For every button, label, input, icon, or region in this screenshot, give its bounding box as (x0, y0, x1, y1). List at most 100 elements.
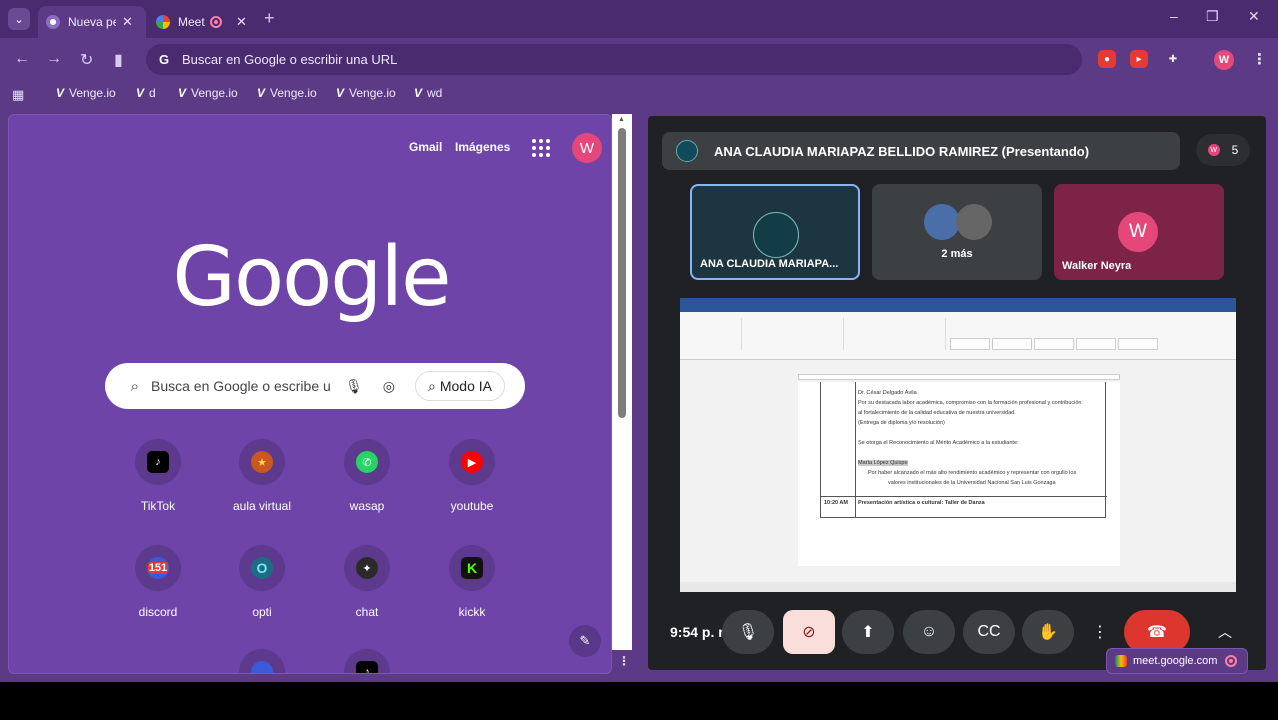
shortcut-icon (251, 661, 273, 673)
chrome-icon (46, 15, 60, 29)
shortcut-wasap[interactable]: ✆ wasap (322, 439, 412, 513)
hand-icon: ✋ (1038, 624, 1058, 641)
participant-avatar (924, 204, 960, 240)
chevron-down-icon: ⌄ (14, 13, 24, 26)
bookmark-venge[interactable]: V Venge.io (257, 86, 317, 100)
tab-meet[interactable]: Meet - ✕ (148, 6, 258, 38)
aula-icon: ★ (251, 451, 273, 473)
camera-off-icon: ⊘ (802, 624, 816, 641)
customize-pencil-icon[interactable]: ✎ (569, 625, 601, 657)
captions-button[interactable]: CC (963, 610, 1015, 654)
recording-icon (210, 16, 222, 28)
ai-mode-button[interactable]: ⌕ Modo IA (415, 371, 505, 401)
whatsapp-icon: ✆ (356, 451, 378, 473)
chat-icon: ✦ (356, 557, 378, 579)
reactions-button[interactable]: ☺ (903, 610, 955, 654)
maximize-button[interactable]: ❐ (1206, 8, 1219, 25)
gmail-link[interactable]: Gmail (409, 140, 442, 154)
kick-icon: K (461, 557, 483, 579)
meet-window: ANA CLAUDIA MARIAPAZ BELLIDO RAMIREZ (Pr… (648, 116, 1266, 670)
lens-icon[interactable]: ◎ (383, 378, 395, 395)
participant-tile-more[interactable]: 2 más (872, 184, 1042, 280)
tiktok-icon: ♪ (147, 451, 169, 473)
close-tab-icon[interactable]: ✕ (236, 14, 247, 30)
presenter-avatar (676, 140, 698, 162)
page-scrollbar[interactable]: ▲ (612, 114, 632, 650)
split-view-menu-icon[interactable]: ⋮ (618, 654, 630, 668)
close-window-button[interactable]: ✕ (1248, 8, 1260, 25)
forward-button[interactable]: → (46, 50, 62, 68)
scroll-thumb[interactable] (618, 128, 626, 418)
reload-button[interactable]: ↻ (80, 50, 93, 70)
more-options-button[interactable]: ⋮ (1088, 610, 1112, 654)
google-apps-icon[interactable] (532, 139, 550, 157)
participant-tile[interactable]: W Walker Neyra (1054, 184, 1224, 280)
extensions-puzzle-icon[interactable]: ✚ (1164, 50, 1182, 68)
captions-icon: CC (977, 623, 1001, 640)
shortcut-opti[interactable]: O opti (217, 545, 307, 619)
new-tab-button[interactable]: + (264, 8, 275, 29)
search-icon: ⌕ (130, 377, 139, 395)
bookmark-d[interactable]: Vd (136, 86, 156, 100)
shortcut-aula-virtual[interactable]: ★ aula virtual (217, 439, 307, 513)
word-ruler (798, 374, 1120, 380)
camera-button[interactable]: ⊘ (783, 610, 835, 654)
shortcut-partial[interactable]: ♪ (322, 649, 412, 673)
shared-screen: Dr. César Delgado Ávila Por su destacada… (680, 298, 1236, 592)
shortcut-tiktok[interactable]: ♪ TikTok (113, 439, 203, 513)
shortcut-partial[interactable] (217, 649, 307, 673)
omnibox[interactable]: G Buscar en Google o escribir una URL (146, 44, 1082, 75)
discord-icon: 151 (147, 557, 169, 579)
document-page: Dr. César Delgado Ávila Por su destacada… (798, 382, 1120, 566)
venge-icon: V (414, 86, 423, 100)
voice-search-icon[interactable]: 🎙 (345, 378, 363, 395)
browser-window: ⌄ Nueva pestaña ✕ Meet - ✕ + – ❐ ✕ ← → ↻… (0, 0, 1278, 682)
tab-new-tab[interactable]: Nueva pestaña ✕ (38, 6, 146, 38)
search-input[interactable]: Busca en Google o escribe una URL (151, 378, 331, 394)
venge-icon: V (257, 86, 266, 100)
minimize-button[interactable]: – (1170, 8, 1178, 24)
shortcut-youtube[interactable]: ▶ youtube (427, 439, 517, 513)
participant-avatar: W (1118, 212, 1158, 252)
word-ribbon (680, 312, 1236, 360)
bookmark-venge[interactable]: V Venge.io (336, 86, 396, 100)
shortcut-kickk[interactable]: K kickk (427, 545, 517, 619)
mic-button[interactable]: 🎙 (722, 610, 774, 654)
apps-grid-icon[interactable]: ▦ (12, 87, 24, 103)
tab-search-button[interactable]: ⌄ (8, 8, 30, 30)
back-button[interactable]: ← (14, 50, 30, 68)
search-box[interactable]: ⌕ Busca en Google o escribe una URL 🎙 ◎ … (105, 363, 525, 409)
venge-icon: V (178, 86, 187, 100)
bookmark-venge[interactable]: V Venge.io (56, 86, 116, 100)
chrome-menu-icon[interactable]: ⋮ (1252, 50, 1267, 68)
raise-hand-button[interactable]: ✋ (1022, 610, 1074, 654)
profile-avatar[interactable]: W (1214, 50, 1234, 70)
participant-avatar (753, 212, 799, 258)
presenter-banner: ANA CLAUDIA MARIAPAZ BELLIDO RAMIREZ (Pr… (662, 132, 1180, 170)
venge-icon: V (56, 86, 65, 100)
people-button[interactable]: W 5 (1196, 134, 1250, 166)
venge-icon: V (336, 86, 345, 100)
shortcut-chat[interactable]: ✦ chat (322, 545, 412, 619)
account-avatar[interactable]: W (572, 133, 602, 163)
scroll-up-icon[interactable]: ▲ (618, 116, 625, 123)
present-button[interactable]: ⬆ (842, 610, 894, 654)
present-icon: ⬆ (861, 624, 875, 641)
extension-recorder-icon[interactable]: ▸ (1130, 50, 1148, 68)
shortcut-discord[interactable]: 151 discord (113, 545, 203, 619)
word-title-bar (680, 298, 1236, 312)
side-panel-button[interactable]: ▮ (114, 50, 123, 70)
images-link[interactable]: Imágenes (455, 140, 510, 154)
mic-icon: 🎙 (737, 624, 759, 641)
chevron-up-icon[interactable]: ︿ (1218, 622, 1232, 642)
opti-icon: O (251, 557, 273, 579)
participant-tile[interactable]: ANA CLAUDIA MARIAPA... (690, 184, 860, 280)
word-status-bar (680, 582, 1236, 592)
extension-shield-icon[interactable]: ● (1098, 50, 1116, 68)
bookmark-wd[interactable]: Vwd (414, 86, 442, 100)
bookmark-venge[interactable]: V Venge.io (178, 86, 238, 100)
google-g-icon: G (158, 52, 170, 67)
meet-tab-pill[interactable]: meet.google.com (1106, 648, 1248, 674)
close-tab-icon[interactable]: ✕ (122, 14, 133, 30)
meet-icon (1115, 655, 1127, 667)
